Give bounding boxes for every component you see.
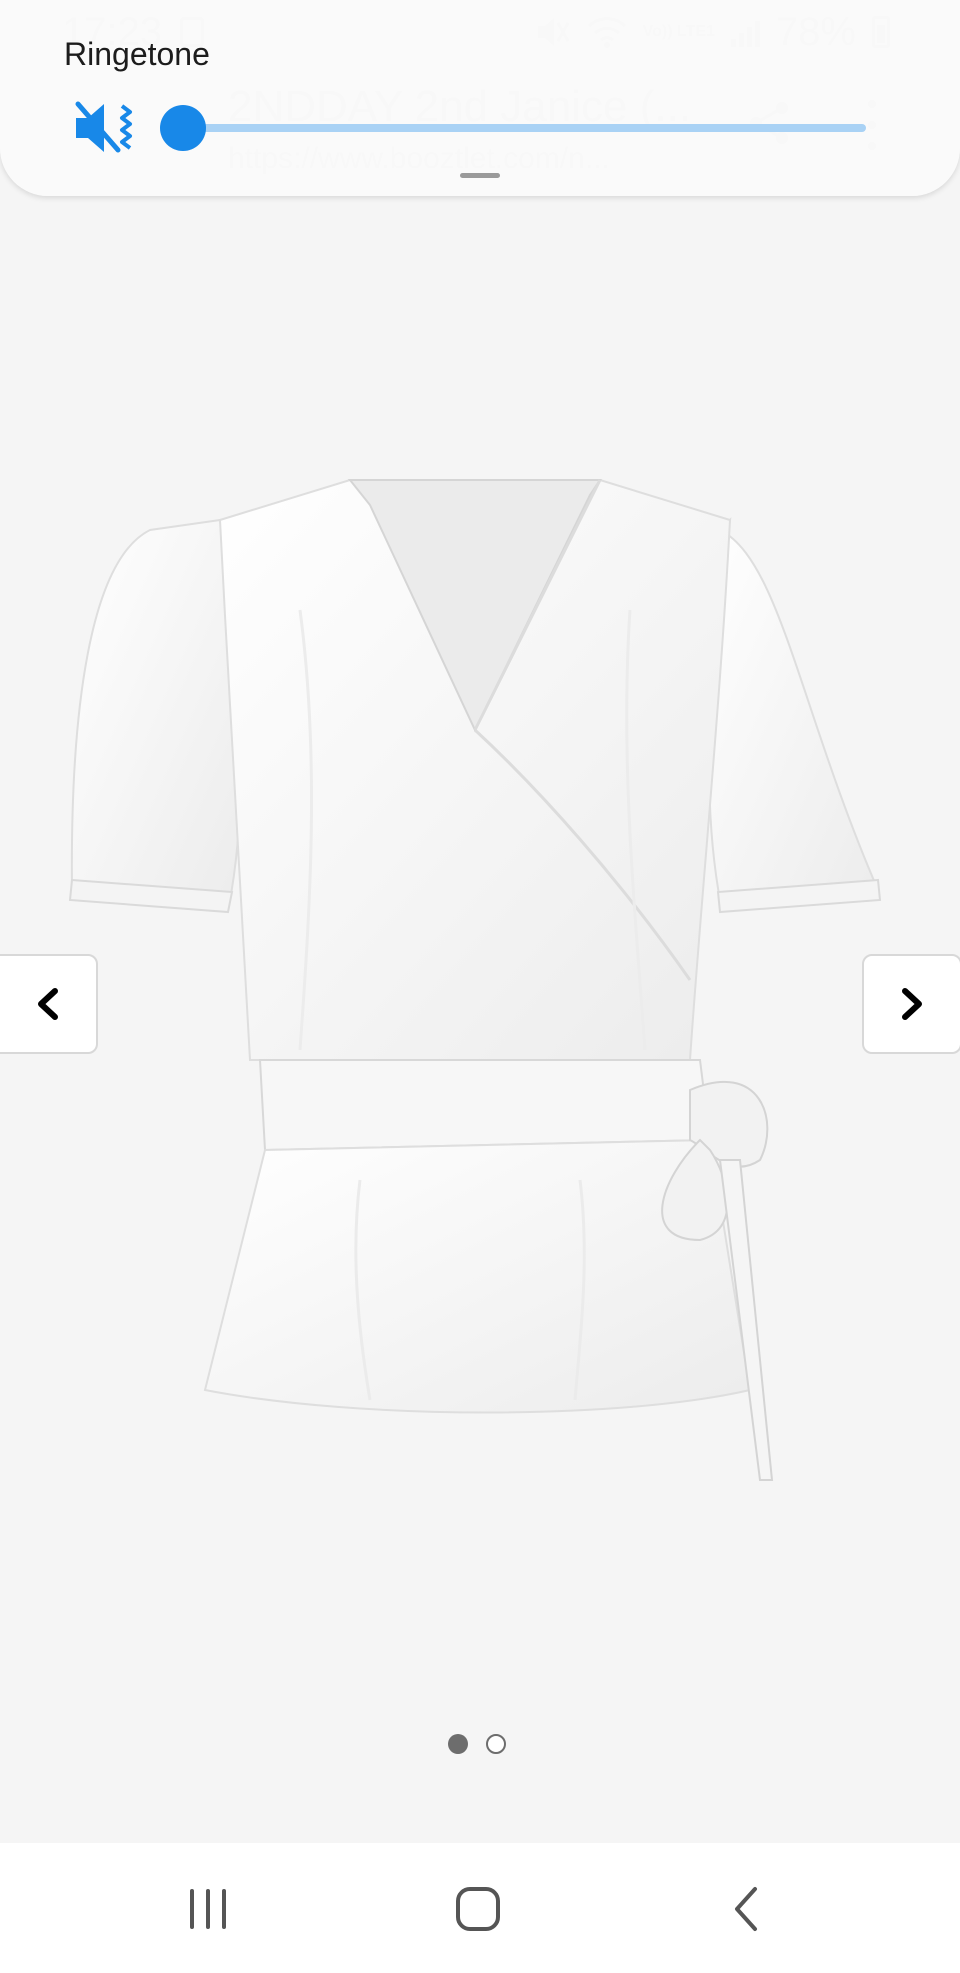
volume-slider[interactable] xyxy=(160,100,866,156)
volume-stream-label: Ringetone xyxy=(64,36,210,72)
back-icon xyxy=(735,1887,757,1931)
gallery-next-button[interactable] xyxy=(862,954,960,1054)
back-button[interactable] xyxy=(716,1881,776,1937)
volume-slider-thumb[interactable] xyxy=(160,105,206,151)
mute-vibrate-icon[interactable] xyxy=(74,100,138,156)
product-image xyxy=(68,479,882,1481)
panel-expand-handle[interactable] xyxy=(460,173,500,178)
chevron-right-icon xyxy=(902,988,922,1020)
recents-button[interactable] xyxy=(178,1881,238,1937)
gallery-prev-button[interactable] xyxy=(0,954,98,1054)
volume-panel: Ringetone xyxy=(0,0,960,196)
pagination-dot-2[interactable] xyxy=(486,1734,506,1754)
volume-slider-track[interactable] xyxy=(180,124,866,132)
navigation-bar xyxy=(0,1843,960,1973)
recents-icon xyxy=(190,1889,226,1929)
home-button[interactable] xyxy=(448,1881,508,1937)
home-icon xyxy=(456,1887,500,1931)
chevron-left-icon xyxy=(38,988,58,1020)
gallery-pagination xyxy=(448,1734,506,1754)
pagination-dot-1[interactable] xyxy=(448,1734,468,1754)
